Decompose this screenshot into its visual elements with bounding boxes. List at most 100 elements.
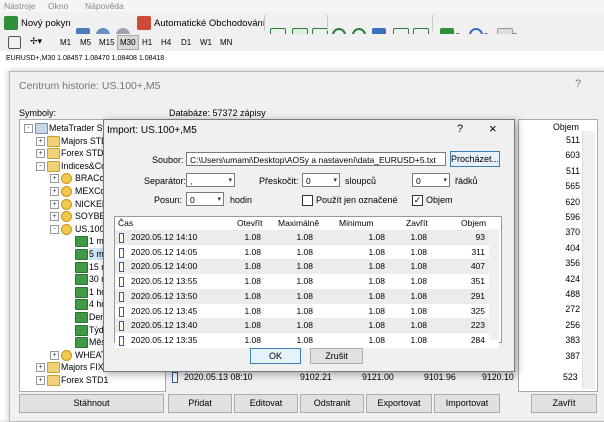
add-button[interactable]: Přidat <box>168 394 232 413</box>
table-cell: 351 <box>470 276 485 287</box>
table-cell: 1.08 <box>368 261 385 272</box>
tree-expander-icon[interactable]: - <box>24 124 33 133</box>
table-row[interactable]: 2020.05.12 13:40 1.08 1.08 1.08 1.08 223 <box>115 318 499 334</box>
table-cell: 1.08 <box>244 246 261 257</box>
tree-expander-icon[interactable]: - <box>36 161 45 171</box>
tree-expander-icon[interactable]: + <box>50 187 59 196</box>
tree-expander-icon[interactable]: + <box>50 212 59 222</box>
history-row-close: 9120.10 <box>482 372 514 382</box>
volume-checkbox[interactable]: ✓ <box>412 195 423 206</box>
timeframe-m15[interactable]: M15 <box>97 36 117 49</box>
column-open[interactable]: Otevřít <box>237 218 263 228</box>
tree-expander-icon[interactable]: + <box>50 350 59 360</box>
timeframe-chart-icon <box>75 286 88 298</box>
volume-column-header[interactable]: Objem <box>553 122 579 132</box>
only-marked-checkbox[interactable] <box>302 195 313 206</box>
separator-select[interactable]: , ▾ <box>186 173 235 187</box>
column-high[interactable]: Maximálně <box>278 218 319 228</box>
table-cell: 1.08 <box>296 261 313 272</box>
timeframe-mn[interactable]: MN <box>218 36 234 49</box>
browse-button[interactable]: Procházet... <box>450 151 500 167</box>
tree-node-label[interactable]: Majors STD <box>61 135 107 147</box>
table-row[interactable]: 2020.05.12 13:55 1.08 1.08 1.08 1.08 351 <box>115 274 499 290</box>
shift-select[interactable]: 0 ▾ <box>186 192 224 206</box>
folder-icon <box>47 160 60 172</box>
table-row[interactable]: 2020.05.12 13:50 1.08 1.08 1.08 1.08 291 <box>115 288 499 304</box>
column-volume[interactable]: Objem <box>461 218 486 228</box>
table-cell: 311 <box>471 246 485 257</box>
autotrading-button[interactable]: Automatické Obchodování <box>137 14 265 32</box>
tree-node-label[interactable]: Forex STD1 <box>61 374 108 386</box>
tree-node-label[interactable]: Majors FIX <box>61 361 104 373</box>
separator-value: , <box>190 176 193 186</box>
new-order-button[interactable]: Nový pokyn <box>4 14 71 32</box>
new-order-icon <box>4 16 18 30</box>
candle-icon <box>119 247 124 258</box>
skip-columns-select[interactable]: 0 ▾ <box>302 173 340 187</box>
tree-expander-icon[interactable]: + <box>36 363 45 373</box>
table-cell: 1.08 <box>410 276 427 287</box>
tree-node-label[interactable]: Forex STD3 <box>61 147 108 159</box>
table-row[interactable]: 2020.05.12 14:10 1.08 1.08 1.08 1.08 93 <box>115 230 499 245</box>
table-cell: 1.08 <box>296 246 313 257</box>
table-row[interactable]: 2020.05.12 13:45 1.08 1.08 1.08 1.08 325 <box>115 303 499 319</box>
timeframe-h1[interactable]: H1 <box>140 36 154 49</box>
import-help-button[interactable]: ? <box>457 123 463 135</box>
candle-icon <box>119 335 124 346</box>
table-cell: 1.08 <box>368 290 385 301</box>
timeframe-w1[interactable]: W1 <box>198 36 214 49</box>
tree-expander-icon[interactable]: - <box>50 224 59 234</box>
candle-icon <box>172 372 178 383</box>
table-row[interactable]: 2020.05.12 13:35 1.08 1.08 1.08 1.08 284 <box>115 332 499 348</box>
column-close[interactable]: Zavřít <box>406 218 428 228</box>
table-scrollbar[interactable] <box>489 229 499 340</box>
menu-tools[interactable]: Nástroje <box>4 1 36 11</box>
table-cell: 93 <box>475 232 485 242</box>
volume-cell: 370 <box>565 227 580 238</box>
history-help-button[interactable]: ? <box>575 78 581 90</box>
table-cell: 1.08 <box>296 320 313 331</box>
delete-button[interactable]: Odstranit <box>300 394 364 413</box>
table-cell: 1.08 <box>244 276 261 287</box>
timeframe-m1[interactable]: M1 <box>58 36 73 49</box>
draw-tools-icon[interactable]: ✢▾ <box>30 36 42 47</box>
column-low[interactable]: Minimum <box>339 218 373 228</box>
history-scrollbar[interactable] <box>582 131 595 389</box>
volume-cell: 511 <box>565 165 580 176</box>
table-cell: 1.08 <box>368 334 385 345</box>
table-row[interactable]: 2020.05.12 14:00 1.08 1.08 1.08 1.08 407 <box>115 259 499 275</box>
close-icon[interactable]: × <box>489 121 497 136</box>
timeframe-m5[interactable]: M5 <box>78 36 93 49</box>
crosshair-icon[interactable] <box>8 36 21 49</box>
table-cell: 2020.05.12 13:40 <box>131 320 198 331</box>
file-path-field[interactable]: C:\Users\umami\Desktop\AOSy a nastavení\… <box>186 152 446 166</box>
cancel-button[interactable]: Zrušit <box>310 348 363 364</box>
timeframe-chart-icon <box>75 274 88 286</box>
table-cell: 1.08 <box>368 305 385 316</box>
skip-rows-select[interactable]: 0 ▾ <box>412 173 450 187</box>
download-button[interactable]: Stáhnout <box>19 394 164 413</box>
export-button[interactable]: Exportovat <box>366 394 432 413</box>
table-row[interactable]: 2020.05.12 14:05 1.08 1.08 1.08 1.08 311 <box>115 244 499 260</box>
tree-expander-icon[interactable]: + <box>36 376 45 385</box>
timeframe-h4[interactable]: H4 <box>159 36 173 49</box>
menu-help[interactable]: Nápověda <box>85 1 124 11</box>
edit-button[interactable]: Editovat <box>234 394 298 413</box>
tree-expander-icon[interactable]: + <box>50 174 59 184</box>
table-cell: 2020.05.12 14:05 <box>131 246 198 257</box>
menu-window[interactable]: Okno <box>48 1 68 11</box>
close-button[interactable]: Zavřít <box>531 394 597 413</box>
import-button[interactable]: Importovat <box>434 394 500 413</box>
tree-expander-icon[interactable]: + <box>36 136 45 146</box>
tree-expander-icon[interactable]: + <box>50 199 59 209</box>
timeframe-d1[interactable]: D1 <box>179 36 193 49</box>
table-cell: 1.08 <box>244 305 261 316</box>
table-cell: 1.08 <box>368 232 385 242</box>
column-time[interactable]: Čas <box>118 218 133 228</box>
new-order-label: Nový pokyn <box>21 17 71 29</box>
database-label: Databáze: 57372 zápisy <box>169 108 266 118</box>
timeframe-m30[interactable]: M30 <box>117 35 139 50</box>
main-toolbar: Nový pokyn Automatické Obchodování ▾ ▾ ▾ <box>0 12 604 44</box>
ok-button[interactable]: OK <box>250 348 301 364</box>
tree-expander-icon[interactable]: + <box>36 149 45 159</box>
